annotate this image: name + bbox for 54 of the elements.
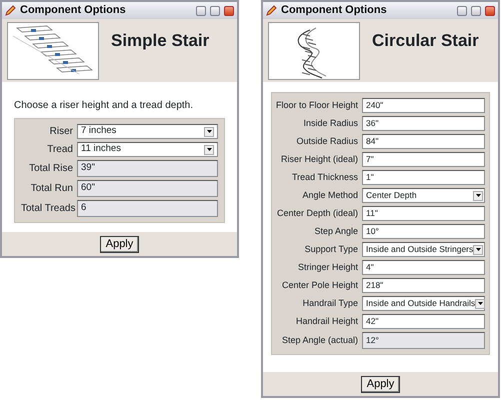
readonly-field: 60"	[77, 180, 218, 197]
spiral-stair-drawing	[298, 28, 326, 78]
field-label: Step Angle	[313, 224, 358, 238]
dropdown[interactable]: Inside and Outside Handrails	[362, 296, 485, 311]
field-label: Inside Radius	[302, 116, 358, 130]
field-label: Riser Height (ideal)	[280, 152, 358, 166]
field-label: Support Type	[304, 242, 358, 256]
dropdown[interactable]: Inside and Outside Stringers	[362, 242, 485, 257]
readonly-field: 6	[77, 200, 218, 217]
field-label: Handrail Type	[302, 296, 358, 310]
readonly-field: 39"	[77, 160, 218, 177]
field-label: Handrail Height	[294, 314, 358, 328]
field-label: Center Pole Height	[280, 278, 358, 292]
close-button[interactable]	[485, 6, 495, 16]
dropdown[interactable]: 11 inches	[77, 142, 218, 157]
input-field[interactable]: 240"	[362, 98, 485, 113]
field-label: Angle Method	[301, 188, 358, 202]
input-field[interactable]: 1"	[362, 170, 485, 185]
minimize-button[interactable]	[457, 6, 467, 16]
field-label: Total Rise	[28, 162, 73, 176]
field-label: Outside Radius	[295, 134, 358, 148]
input-field[interactable]: 7"	[362, 152, 485, 167]
field-label: Center Depth (ideal)	[276, 206, 358, 220]
close-button[interactable]	[224, 6, 234, 16]
instruction-text: Choose a riser height and a tread depth.	[14, 99, 194, 113]
component-heading: Circular Stair	[372, 30, 479, 52]
pencil-icon	[266, 5, 277, 16]
apply-button[interactable]: Apply	[360, 376, 400, 392]
input-field[interactable]: 84"	[362, 134, 485, 149]
field-label: Total Run	[30, 182, 73, 196]
field-label: Stringer Height	[296, 260, 358, 274]
dropdown[interactable]: Center Depth	[362, 188, 485, 203]
field-label: Total Treads	[21, 202, 73, 216]
minimize-button[interactable]	[196, 6, 206, 16]
input-field[interactable]: 4"	[362, 260, 485, 275]
field-label: Tread Thickness	[290, 170, 358, 184]
input-field[interactable]: 218"	[362, 278, 485, 293]
maximize-button[interactable]	[210, 6, 220, 16]
window-title: Component Options	[20, 3, 127, 18]
dropdown[interactable]: 7 inches	[77, 124, 218, 139]
component-heading: Simple Stair	[111, 30, 210, 52]
input-field[interactable]: 11"	[362, 206, 485, 221]
input-field[interactable]: 10°	[362, 224, 485, 239]
field-label: Tread	[46, 143, 73, 157]
field-label: Floor to Floor Height	[276, 98, 358, 112]
field-label: Step Angle (actual)	[280, 334, 358, 347]
pencil-icon	[5, 5, 16, 16]
readonly-field: 12°	[362, 332, 485, 349]
input-field[interactable]: 36"	[362, 116, 485, 131]
apply-button[interactable]: Apply	[100, 236, 140, 252]
window-title: Component Options	[281, 3, 388, 18]
maximize-button[interactable]	[471, 6, 481, 16]
input-field[interactable]: 42"	[362, 314, 485, 329]
field-label: Riser	[48, 125, 73, 139]
